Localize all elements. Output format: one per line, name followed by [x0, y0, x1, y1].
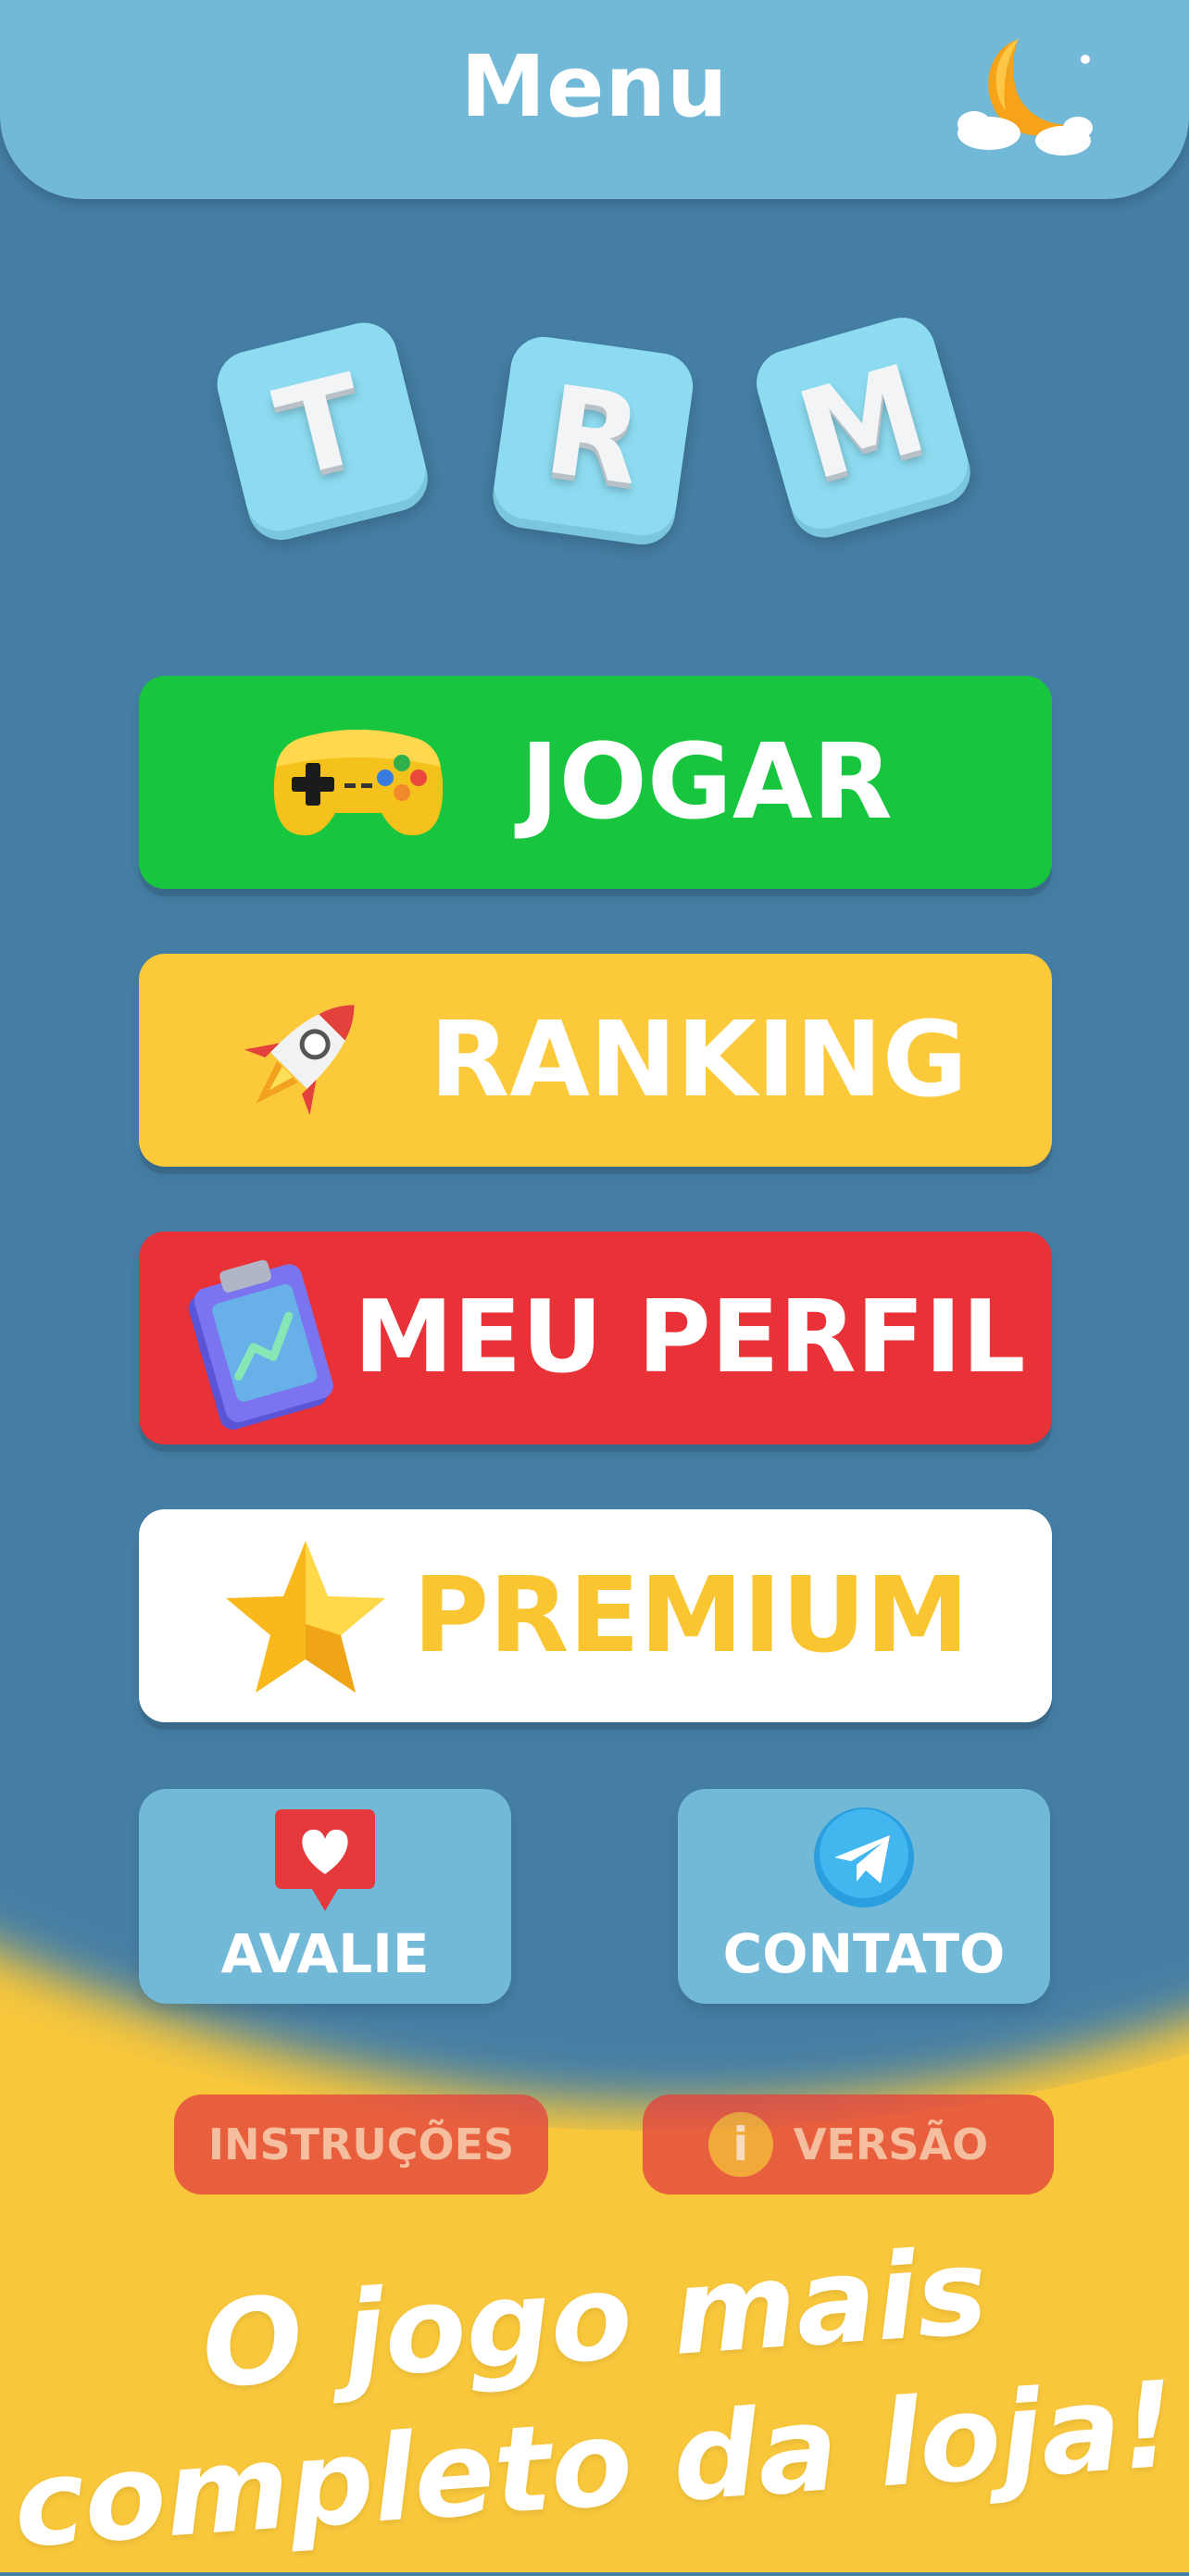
header-bar: Menu — [0, 0, 1189, 199]
rocket-icon — [219, 974, 385, 1144]
star-icon — [222, 1535, 389, 1702]
premium-button[interactable]: PREMIUM — [139, 1509, 1052, 1722]
clipboard-chart-icon — [172, 1254, 339, 1433]
heart-notification-icon — [269, 1804, 381, 1922]
contact-button[interactable]: CONTATO — [678, 1789, 1050, 2004]
contact-button-label: CONTATO — [722, 1922, 1006, 1985]
ranking-button[interactable]: RANKING — [139, 954, 1052, 1167]
logo-tile-t: T — [209, 315, 433, 539]
version-button-label: VERSÃO — [793, 2120, 989, 2170]
telegram-icon — [810, 1804, 918, 1915]
info-icon: i — [707, 2112, 773, 2177]
profile-button[interactable]: MEU PERFIL — [139, 1232, 1052, 1444]
logo-letter: R — [536, 358, 651, 514]
play-button-label: JOGAR — [520, 722, 893, 843]
instructions-button-label: INSTRUÇÕES — [207, 2120, 515, 2170]
logo-letter: M — [783, 337, 941, 509]
rate-button-label: AVALIE — [220, 1922, 430, 1985]
ranking-button-label: RANKING — [430, 1000, 968, 1120]
profile-button-label: MEU PERFIL — [354, 1280, 1026, 1395]
moon-cloud-icon[interactable] — [946, 31, 1104, 170]
logo-tile-m: M — [748, 309, 976, 537]
gamepad-icon — [270, 720, 446, 844]
logo-letter: T — [263, 347, 380, 506]
play-button[interactable]: JOGAR — [139, 676, 1052, 889]
version-button[interactable]: i VERSÃO — [643, 2095, 1054, 2195]
instructions-button[interactable]: INSTRUÇÕES — [174, 2095, 548, 2195]
premium-button-label: PREMIUM — [413, 1556, 970, 1676]
rate-button[interactable]: AVALIE — [139, 1789, 511, 2004]
logo-tile-r: R — [490, 332, 697, 540]
